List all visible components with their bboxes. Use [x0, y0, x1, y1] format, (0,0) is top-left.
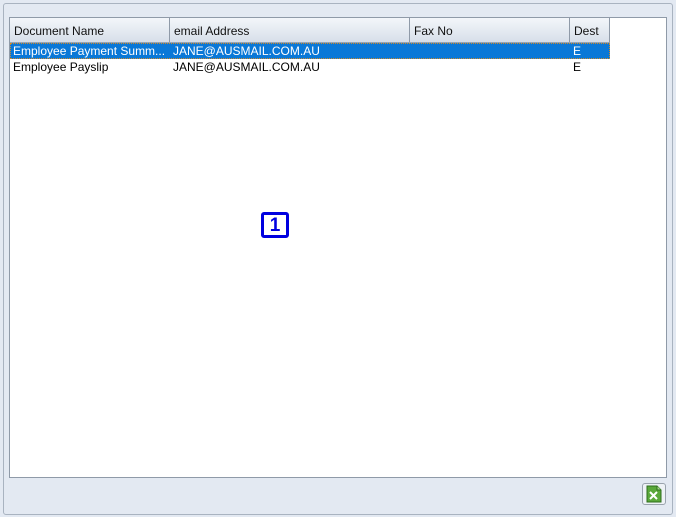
cell-email: JANE@AUSMAIL.COM.AU — [173, 44, 320, 58]
column-header-email[interactable]: email Address — [170, 18, 410, 42]
table-row[interactable]: Employee Payslip JANE@AUSMAIL.COM.AU E — [10, 59, 610, 75]
export-excel-button[interactable] — [642, 483, 666, 505]
column-header-dest[interactable]: Dest — [570, 18, 610, 42]
cell-document-name: Employee Payslip — [13, 60, 109, 74]
cell-email: JANE@AUSMAIL.COM.AU — [173, 60, 320, 74]
cell-dest: E — [573, 60, 582, 74]
table-header: Document Name email Address Fax No Dest — [10, 18, 610, 43]
cell-document-name: Employee Payment Summ... — [13, 44, 166, 58]
table-row[interactable]: Employee Payment Summ... JANE@AUSMAIL.CO… — [10, 43, 610, 59]
documents-table: Document Name email Address Fax No Dest … — [9, 17, 667, 478]
column-header-fax[interactable]: Fax No — [410, 18, 570, 42]
excel-export-icon — [646, 485, 662, 503]
cell-dest: E — [573, 44, 582, 58]
column-header-document-name[interactable]: Document Name — [10, 18, 170, 42]
cell-fax — [410, 59, 570, 75]
cell-fax — [410, 43, 570, 59]
annotation-marker: 1 — [261, 212, 289, 238]
